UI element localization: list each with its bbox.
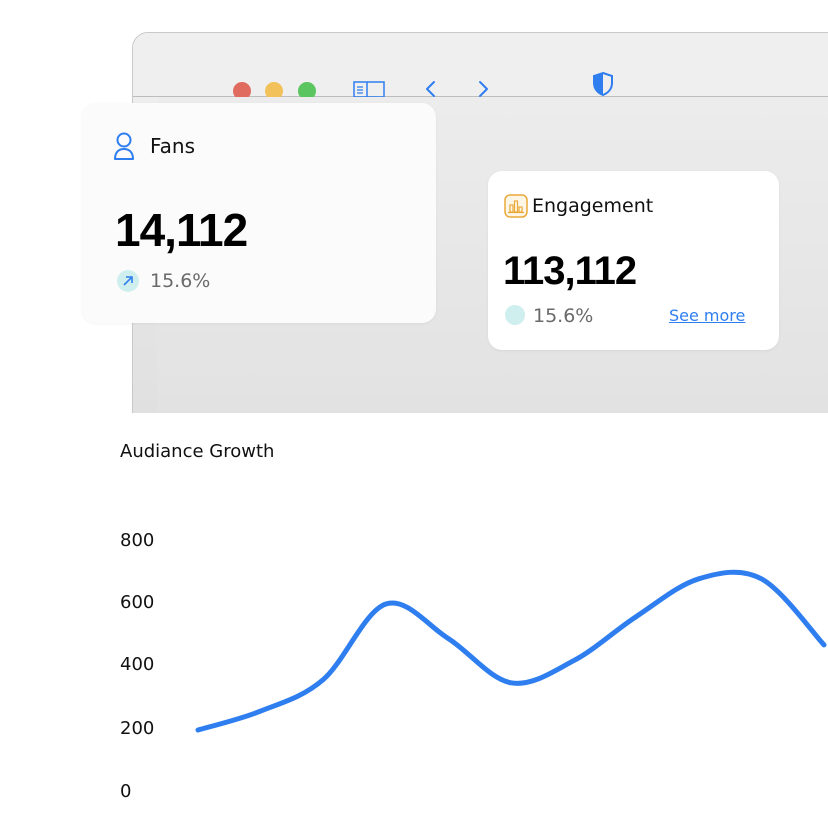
arrow-up-right-icon <box>117 270 139 292</box>
engagement-title: Engagement <box>532 195 654 217</box>
audience-growth-panel: Audiance Growth 800 600 400 200 0 <box>92 413 828 828</box>
trend-dot-icon <box>505 305 525 325</box>
engagement-value: 113,112 <box>503 249 637 293</box>
bar-chart-icon <box>504 194 528 222</box>
fans-title: Fans <box>150 134 196 158</box>
fans-value: 14,112 <box>115 204 248 256</box>
see-more-link[interactable]: See more <box>669 306 745 325</box>
browser-toolbar <box>133 33 828 100</box>
user-icon <box>112 131 136 165</box>
line-chart <box>195 569 827 733</box>
fans-card: Fans 14,112 15.6% <box>82 103 436 323</box>
engagement-change: 15.6% <box>533 305 594 327</box>
engagement-card: Engagement 113,112 15.6% See more <box>488 171 779 350</box>
series-line <box>195 569 827 733</box>
fans-change: 15.6% <box>150 270 211 292</box>
